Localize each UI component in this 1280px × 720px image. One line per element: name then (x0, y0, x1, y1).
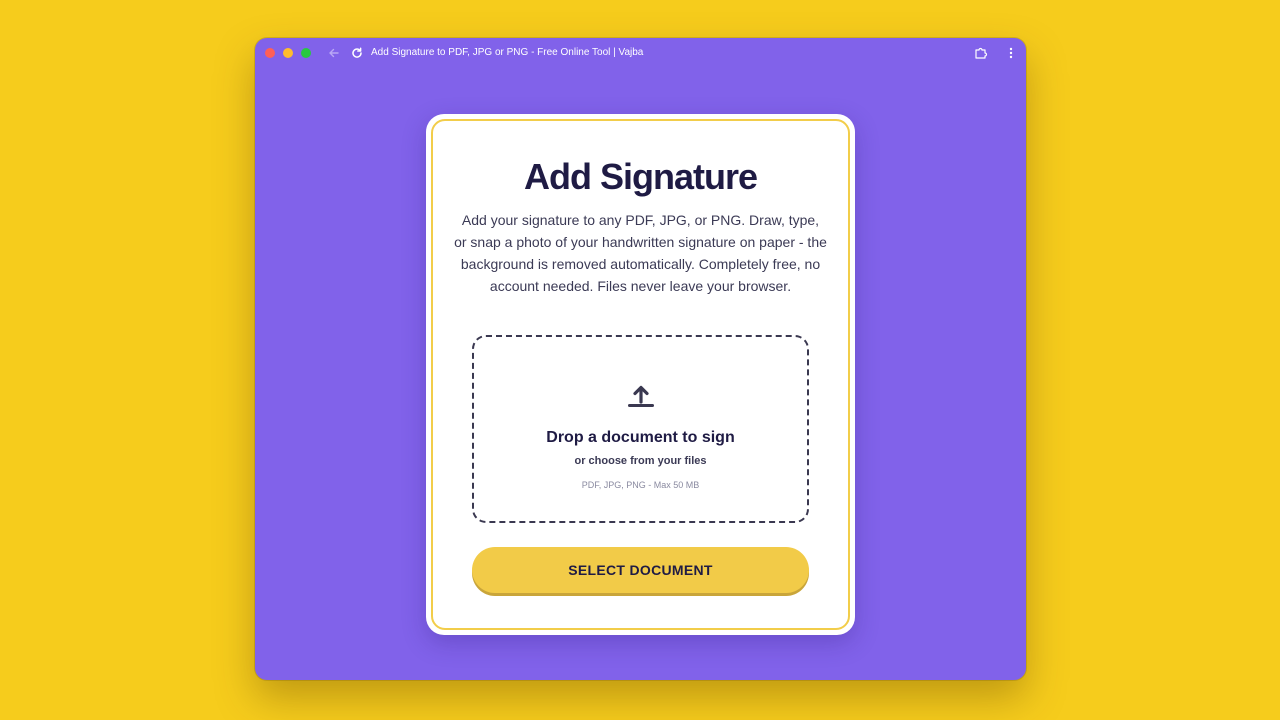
document-dropzone[interactable]: Drop a document to sign or choose from y… (472, 335, 809, 523)
back-button[interactable] (327, 46, 341, 60)
accepted-formats: PDF, JPG, PNG - Max 50 MB (581, 480, 700, 490)
close-window-button[interactable] (265, 48, 275, 58)
page-description: Add your signature to any PDF, JPG, or P… (454, 212, 827, 294)
browser-window: Add Signature to PDF, JPG or PNG - Free … (255, 38, 1026, 680)
maximize-window-button[interactable] (301, 48, 311, 58)
puzzle-icon (975, 47, 988, 59)
dropzone-title: Drop a document to sign (546, 429, 735, 446)
browser-titlebar: Add Signature to PDF, JPG or PNG - Free … (255, 38, 1026, 68)
browser-menu-button[interactable] (1006, 46, 1016, 60)
signature-card: Add Signature Add your signature to any … (426, 114, 855, 635)
minimize-window-button[interactable] (283, 48, 293, 58)
page-title: Add Signature (523, 156, 758, 197)
select-document-button[interactable]: SELECT DOCUMENT (472, 547, 809, 593)
arrow-left-icon (329, 48, 339, 58)
reload-button[interactable] (350, 46, 364, 60)
extensions-button[interactable] (974, 46, 988, 60)
upload-icon (628, 385, 654, 407)
kebab-menu-icon (1009, 47, 1013, 59)
choose-files-link[interactable]: or choose from your files (474, 455, 807, 467)
reload-icon (352, 47, 362, 58)
page-tab-title: Add Signature to PDF, JPG or PNG - Free … (371, 47, 644, 58)
